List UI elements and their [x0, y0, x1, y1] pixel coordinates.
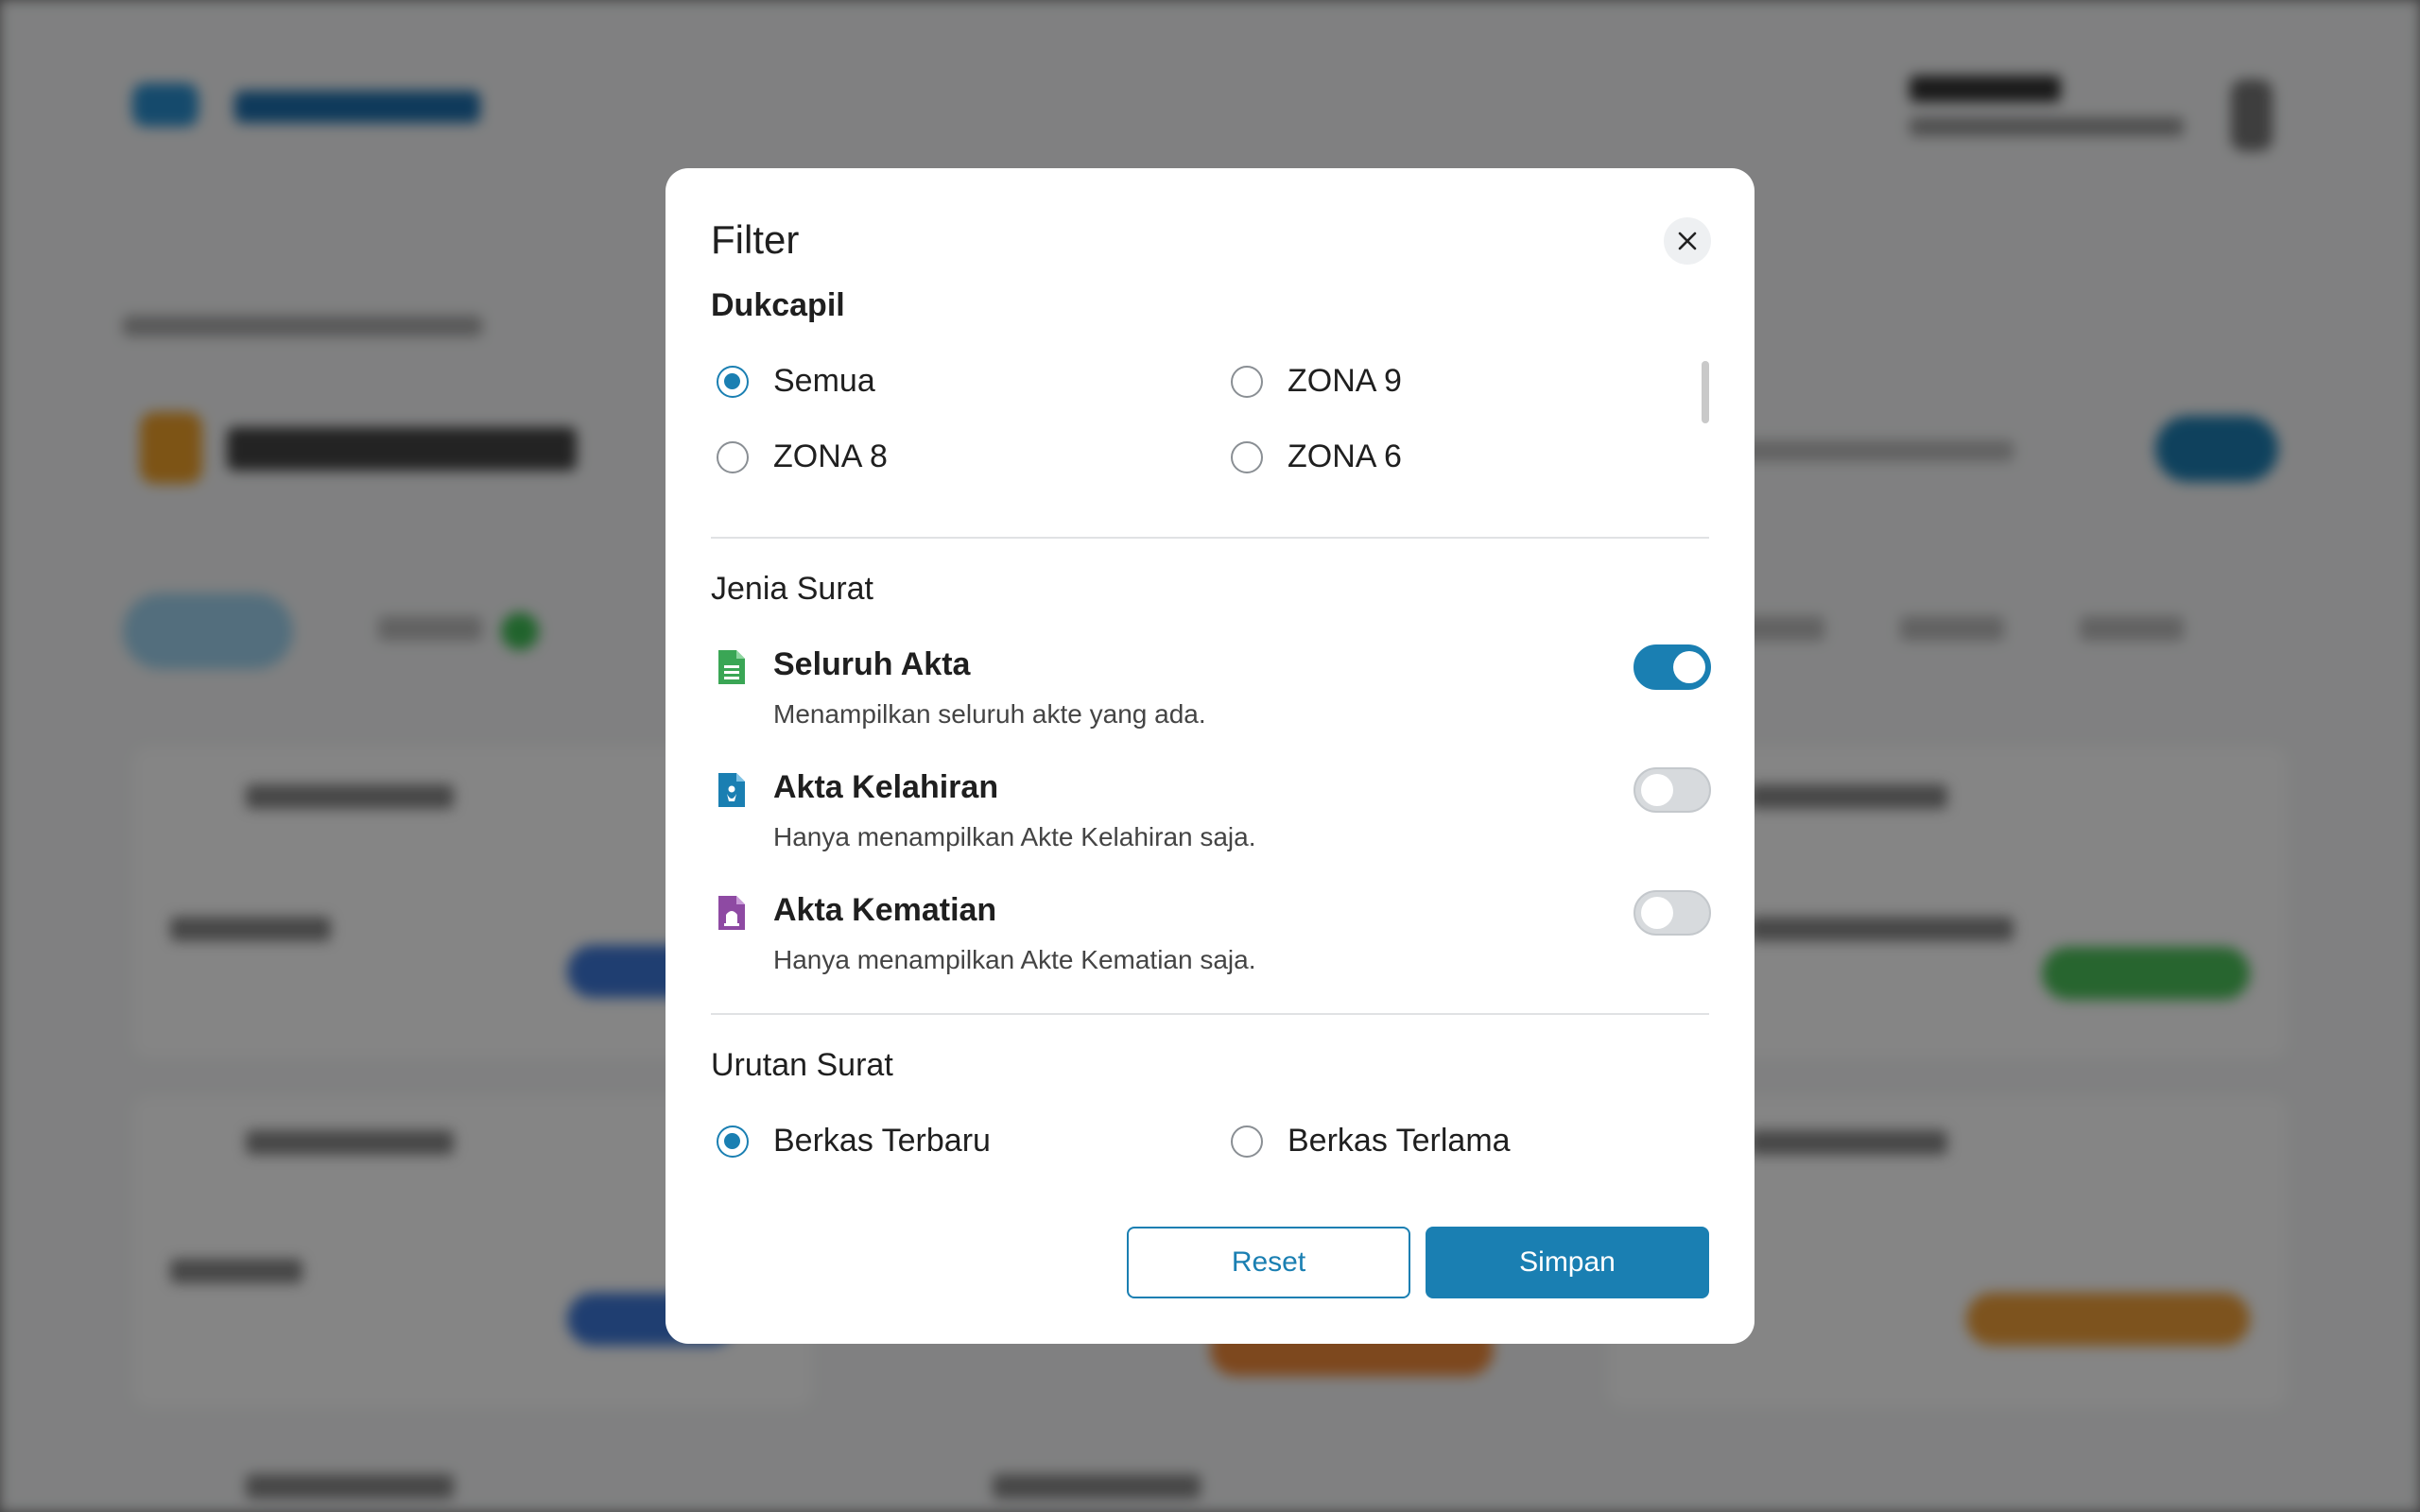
urutan-surat-section-title: Urutan Surat: [711, 1047, 893, 1083]
toggle-akta-kematian[interactable]: [1634, 890, 1711, 936]
save-button[interactable]: Simpan: [1426, 1227, 1709, 1298]
close-icon: [1678, 232, 1697, 250]
radio-urutan-terlama[interactable]: Berkas Terlama: [1231, 1123, 1511, 1160]
radio-button[interactable]: [717, 365, 749, 398]
radio-label: Berkas Terbaru: [773, 1123, 991, 1159]
divider: [711, 537, 1709, 539]
radio-label: ZONA 8: [773, 438, 888, 474]
radio-dukcapil-zona-6[interactable]: ZONA 6: [1231, 438, 1402, 475]
radio-button[interactable]: [717, 440, 749, 473]
filter-modal: Filter Dukcapil Semua ZONA 9 ZONA 8 ZONA…: [666, 168, 1754, 1344]
scrollbar-thumb[interactable]: [1702, 361, 1709, 423]
radio-label: ZONA 6: [1288, 438, 1402, 474]
toggle-description: Hanya menampilkan Akte Kematian saja.: [773, 945, 1256, 974]
toggle-knob: [1641, 897, 1673, 929]
toggle-knob: [1641, 774, 1673, 806]
radio-button[interactable]: [1231, 365, 1263, 398]
tombstone-document-icon: [718, 896, 745, 930]
toggle-title: Akta Kelahiran: [773, 769, 999, 805]
toggle-description: Hanya menampilkan Akte Kelahiran saja.: [773, 822, 1256, 851]
radio-dukcapil-zona-9[interactable]: ZONA 9: [1231, 363, 1402, 400]
toggle-title: Akta Kematian: [773, 892, 997, 928]
toggle-description: Menampilkan seluruh akte yang ada.: [773, 699, 1206, 729]
toggle-title: Seluruh Akta: [773, 646, 971, 682]
toggle-item-akta-kelahiran: Akta Kelahiran Hanya menampilkan Akte Ke…: [711, 767, 1711, 871]
toggle-knob: [1673, 651, 1705, 683]
radio-urutan-terbaru[interactable]: Berkas Terbaru: [717, 1123, 991, 1160]
radio-label: ZONA 9: [1288, 363, 1402, 399]
reset-button[interactable]: Reset: [1127, 1227, 1410, 1298]
close-button[interactable]: [1664, 217, 1711, 265]
document-icon: [718, 650, 745, 684]
radio-dukcapil-semua[interactable]: Semua: [717, 363, 875, 400]
radio-dukcapil-zona-8[interactable]: ZONA 8: [717, 438, 888, 475]
toggle-item-seluruh-akta: Seluruh Akta Menampilkan seluruh akte ya…: [711, 644, 1711, 748]
radio-label: Semua: [773, 363, 875, 399]
radio-button[interactable]: [1231, 1125, 1263, 1158]
toggle-item-akta-kematian: Akta Kematian Hanya menampilkan Akte Kem…: [711, 890, 1711, 994]
modal-title: Filter: [711, 217, 800, 262]
radio-button[interactable]: [1231, 440, 1263, 473]
jenis-surat-section-title: Jenia Surat: [711, 571, 873, 607]
dukcapil-section-title: Dukcapil: [711, 287, 845, 323]
divider: [711, 1013, 1709, 1015]
toggle-seluruh-akta[interactable]: [1634, 644, 1711, 690]
radio-label: Berkas Terlama: [1288, 1123, 1511, 1159]
toggle-akta-kelahiran[interactable]: [1634, 767, 1711, 813]
baby-document-icon: [718, 773, 745, 807]
radio-button[interactable]: [717, 1125, 749, 1158]
